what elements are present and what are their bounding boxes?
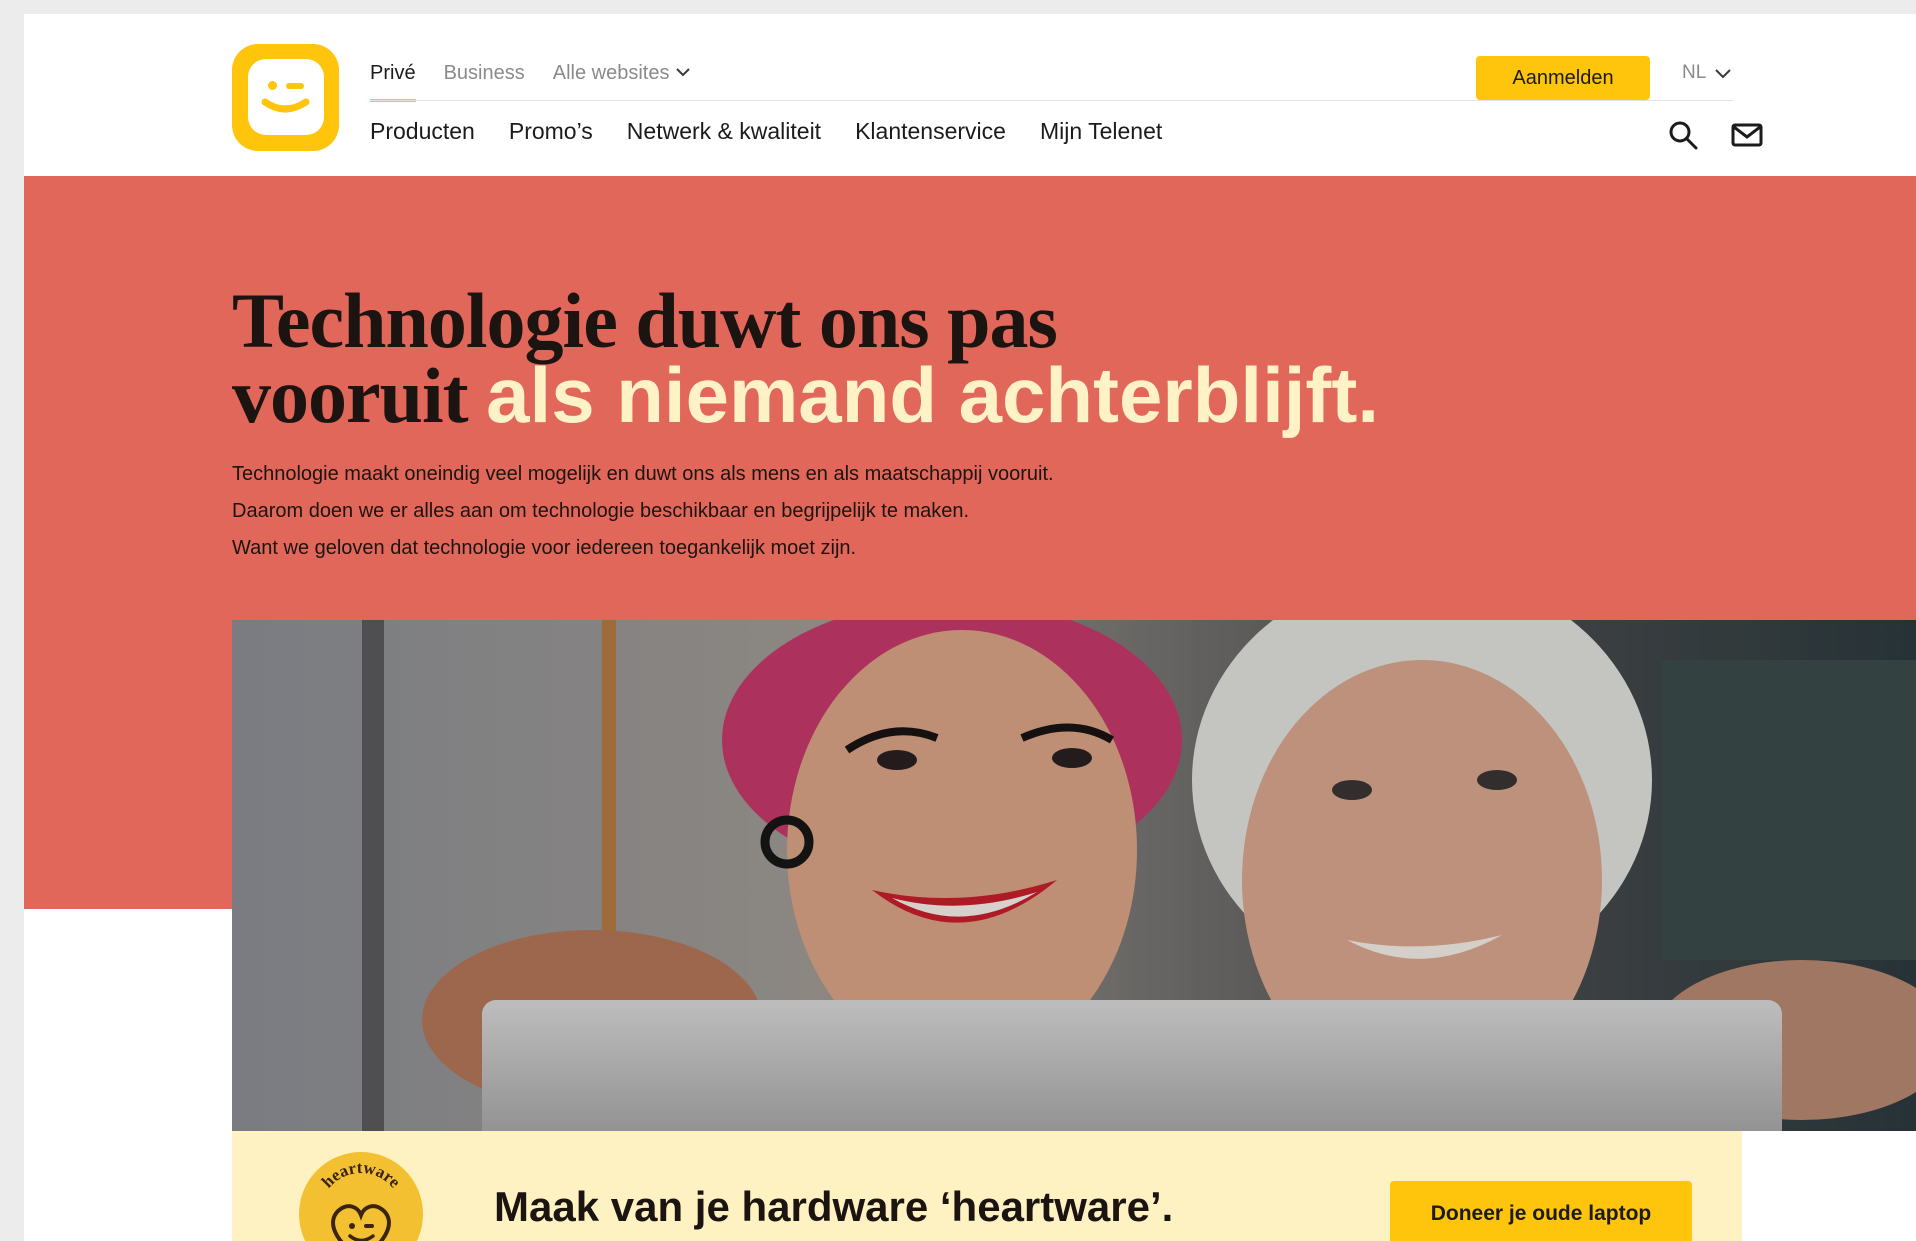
language-selector[interactable]: NL — [1682, 62, 1732, 84]
hero-intro: Technologie maakt oneindig veel mogelijk… — [232, 456, 1332, 567]
smiley-icon — [261, 81, 310, 113]
login-button[interactable]: Aanmelden — [1476, 56, 1650, 100]
top-nav-business[interactable]: Business — [444, 44, 525, 98]
chevron-down-icon — [676, 68, 691, 77]
search-icon — [1669, 121, 1698, 150]
headline-accent: als niemand achterblijft. — [486, 351, 1380, 439]
mail-button[interactable] — [1730, 118, 1764, 152]
main-nav-klantenservice[interactable]: Klantenservice — [855, 118, 1006, 145]
search-button[interactable] — [1666, 118, 1700, 152]
headline-part-2: vooruit — [232, 352, 469, 439]
hero-photo — [232, 620, 1916, 1131]
telenet-page: Privé Business Alle websites Aanmelden N… — [24, 14, 1916, 1241]
main-nav: Producten Promo’s Netwerk & kwaliteit Kl… — [370, 118, 1196, 145]
intro-line-1: Technologie maakt oneindig veel mogelijk… — [232, 463, 1054, 485]
heartware-badge: heartware — [298, 1151, 424, 1241]
top-nav-prive[interactable]: Privé — [370, 44, 416, 102]
main-nav-producten[interactable]: Producten — [370, 118, 475, 145]
donate-laptop-button[interactable]: Doneer je oude laptop — [1390, 1181, 1692, 1241]
top-nav-alle-websites[interactable]: Alle websites — [553, 44, 692, 98]
chevron-down-icon — [1715, 69, 1732, 79]
mail-icon — [1731, 123, 1763, 147]
hero-headline: Technologie duwt ons pas vooruit als nie… — [232, 282, 1379, 435]
header-divider — [370, 100, 1734, 101]
selfie-photo-image — [232, 620, 1916, 1131]
intro-line-2: Daarom doen we er alles aan om technolog… — [232, 500, 970, 522]
banner-title: Maak van je hardware ‘heartware’. — [494, 1183, 1174, 1230]
main-nav-mijn-telenet[interactable]: Mijn Telenet — [1040, 118, 1162, 145]
telenet-logo[interactable] — [232, 44, 339, 151]
top-nav: Privé Business Alle websites — [370, 44, 719, 102]
heartware-banner: heartware Maak van je hardware ‘heartwar… — [232, 1131, 1742, 1241]
heartware-heart-icon: heartware — [299, 1152, 423, 1241]
intro-line-3: Want we geloven dat technologie voor ied… — [232, 537, 857, 559]
main-nav-netwerk-kwaliteit[interactable]: Netwerk & kwaliteit — [627, 118, 821, 145]
main-nav-promos[interactable]: Promo’s — [509, 118, 593, 145]
